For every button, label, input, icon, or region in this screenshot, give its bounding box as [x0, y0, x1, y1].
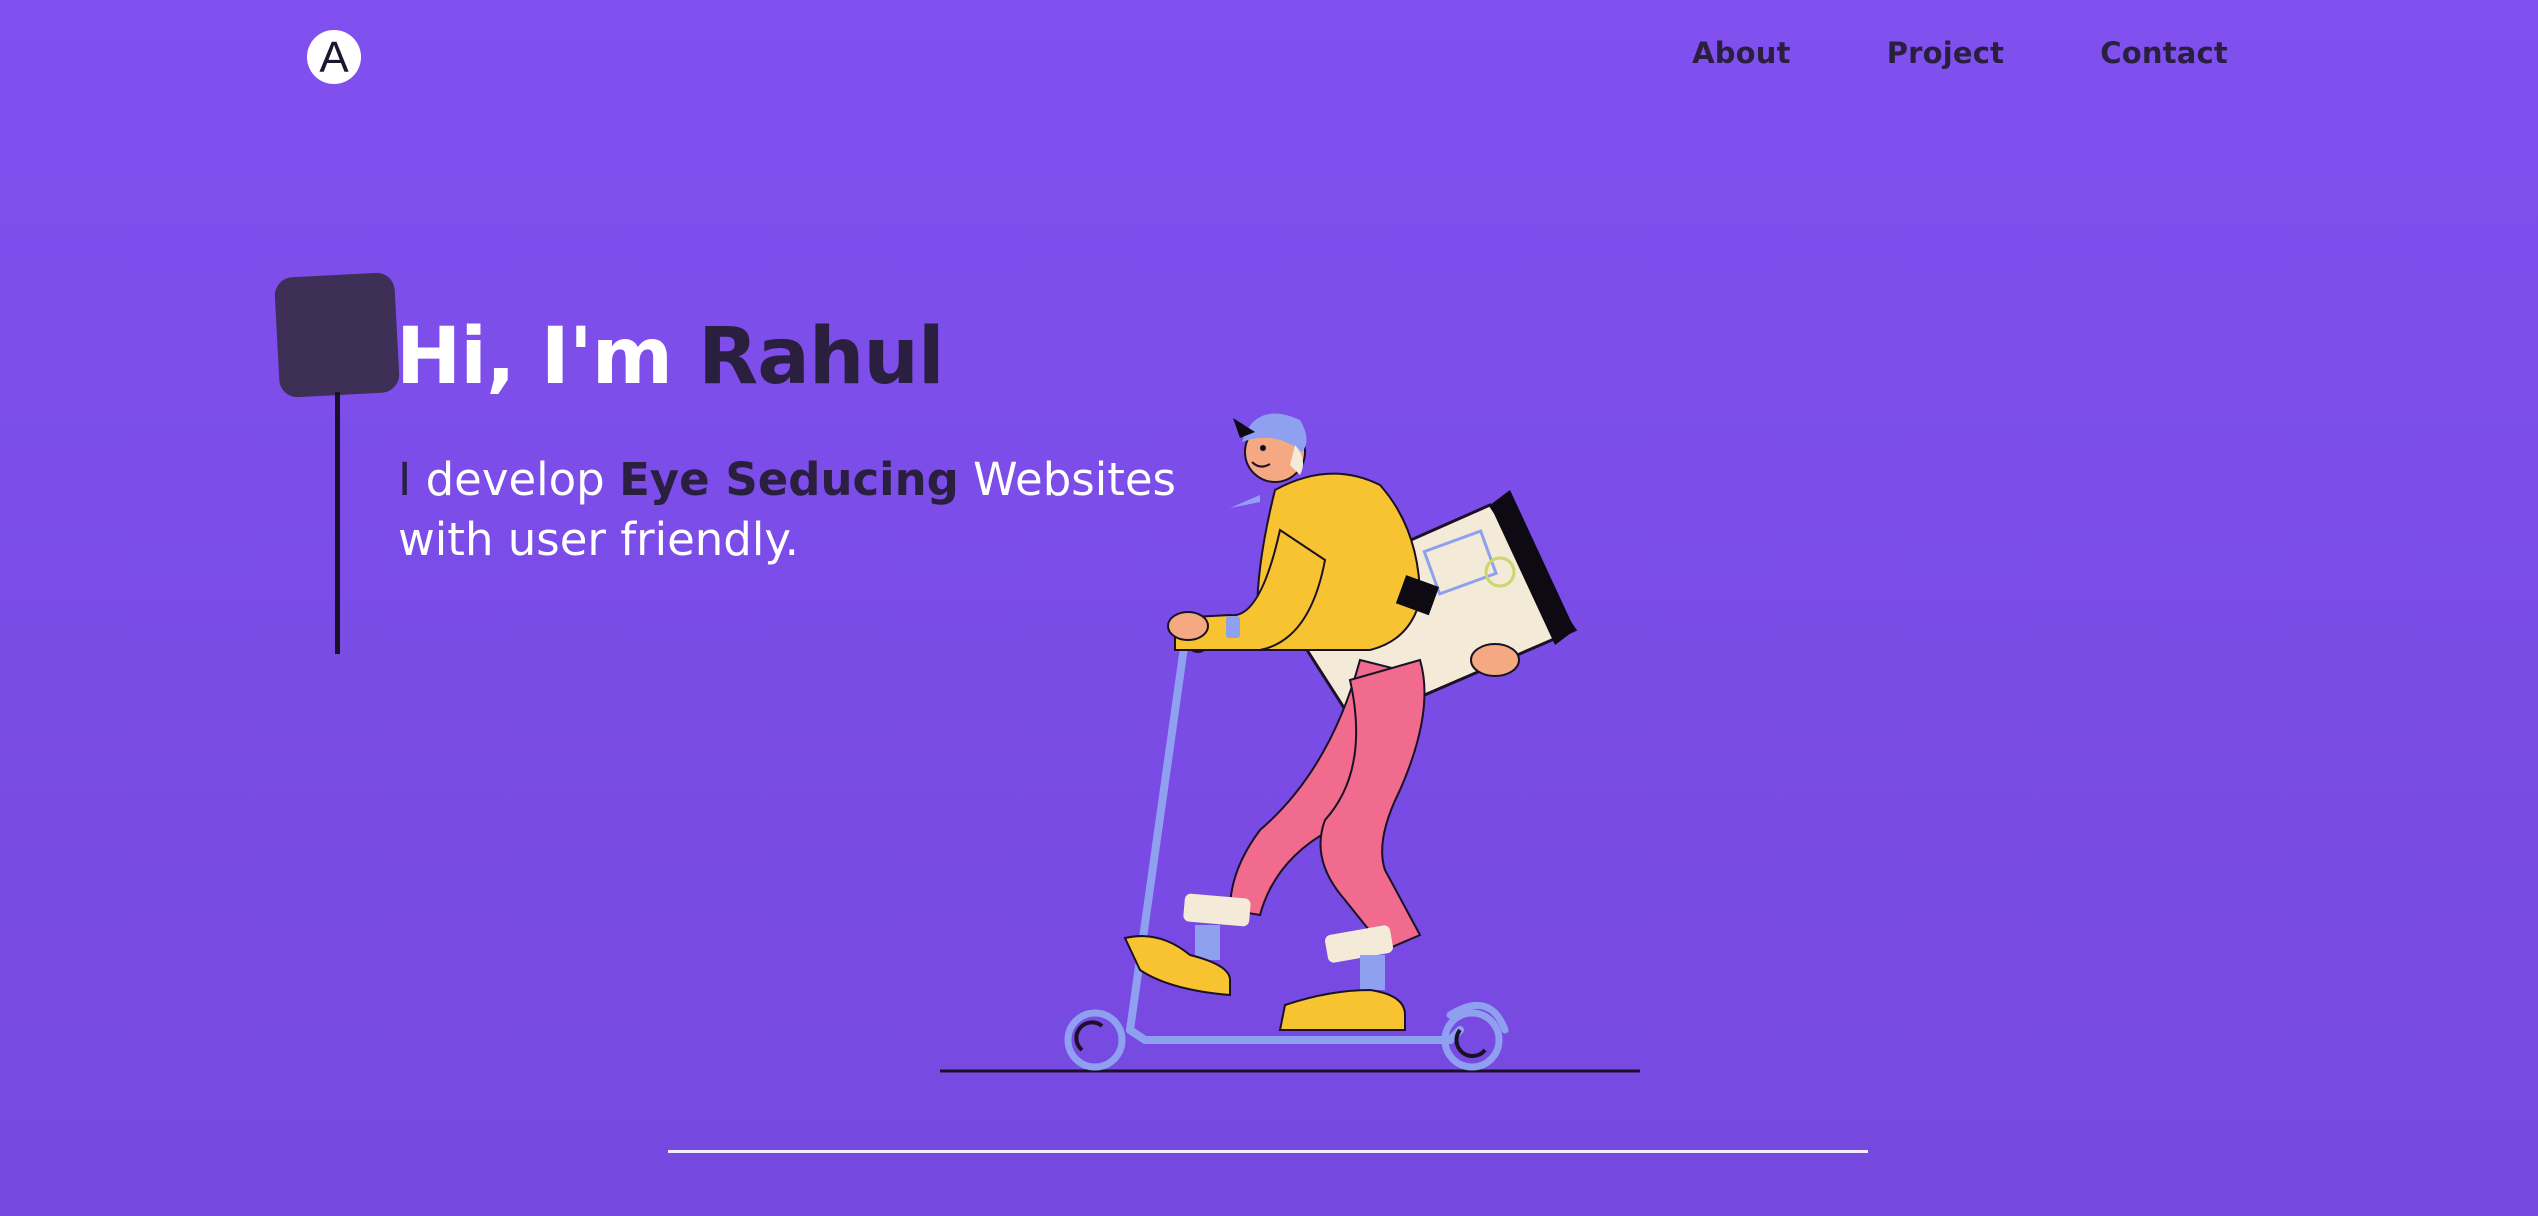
- person-on-scooter-illustration: [940, 413, 1640, 1073]
- bottom-divider: [668, 1150, 1868, 1153]
- accent-block: [273, 271, 401, 399]
- nav-link-contact[interactable]: Contact: [2100, 36, 2228, 70]
- hero-subtitle-highlight: Eye Seducing: [619, 453, 959, 506]
- logo-letter: A: [319, 33, 349, 82]
- nav-link-project[interactable]: Project: [1887, 36, 2005, 70]
- accent-line: [335, 392, 340, 654]
- hero-title-greeting: Hi, I'm: [396, 312, 673, 402]
- logo-icon[interactable]: A: [307, 30, 361, 84]
- hero-subtitle-pre: develop: [411, 453, 620, 506]
- shoe-back: [1278, 988, 1406, 1031]
- nav-link-about[interactable]: About: [1692, 36, 1791, 70]
- main-nav: About Project Contact: [1692, 36, 2228, 70]
- hero-title: Hi, I'm Rahul: [396, 318, 945, 396]
- hero-subtitle-first: I: [398, 453, 412, 506]
- hero-title-name: Rahul: [698, 312, 944, 402]
